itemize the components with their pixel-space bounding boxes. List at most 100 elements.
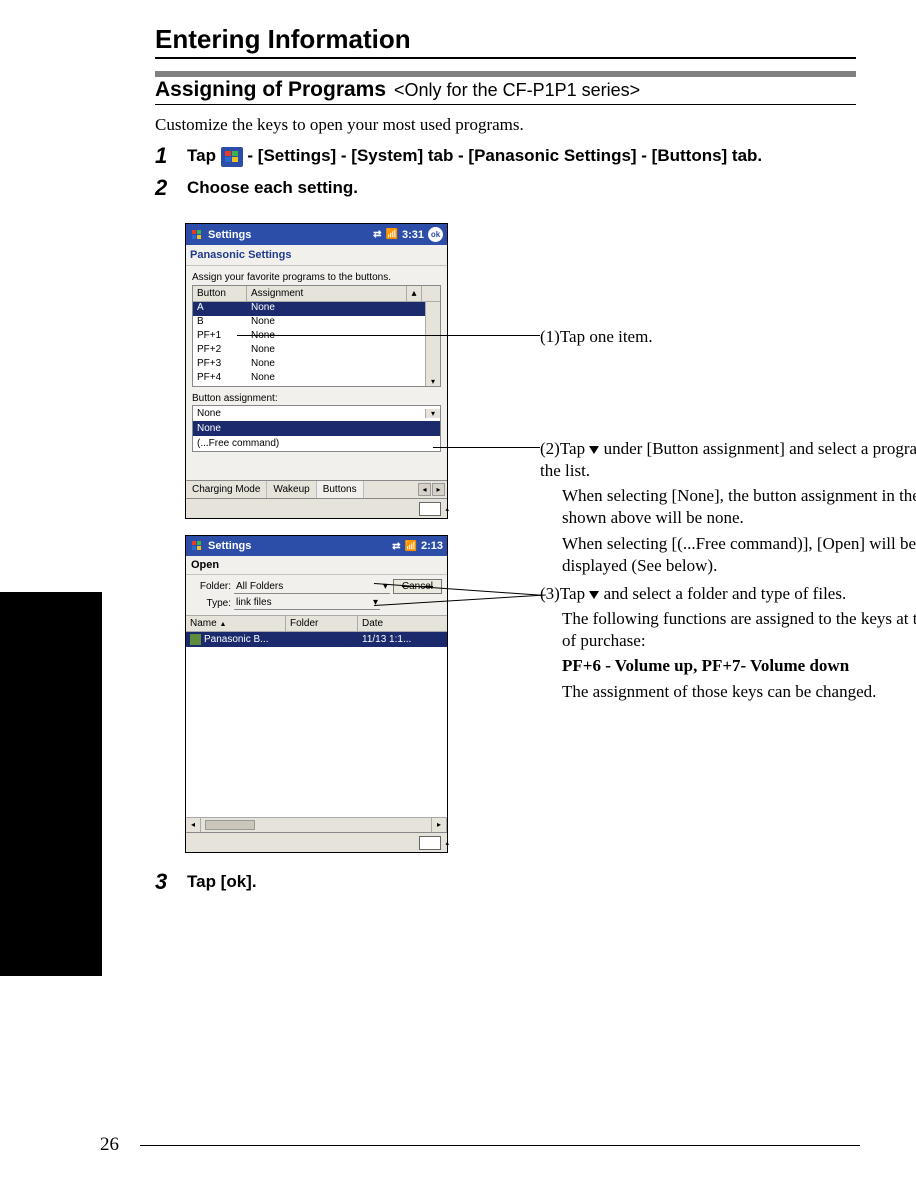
assignment-label: Button assignment: — [192, 393, 441, 404]
tab-charging[interactable]: Charging Mode — [186, 481, 267, 498]
scroll-down-icon[interactable]: ▾ — [431, 377, 435, 386]
pda2-time: 2:13 — [421, 540, 443, 552]
subtitle: Assigning of Programs — [155, 78, 386, 102]
type-row: Type: link files ▾ — [186, 596, 447, 612]
annotation-line — [237, 335, 540, 336]
subtitle-note: <Only for the CF-P1P1 series> — [394, 80, 640, 101]
horizontal-scrollbar[interactable]: ◂ ▸ — [186, 817, 447, 832]
tab-scroll-left-icon[interactable]: ◂ — [418, 483, 431, 496]
table-row[interactable]: PF+4 None — [193, 372, 425, 386]
type-value: link files — [236, 597, 272, 608]
chevron-down-icon[interactable]: ▾ — [373, 597, 378, 608]
file-list-blank — [186, 647, 447, 817]
table-row[interactable]: PF+2 None — [193, 344, 425, 358]
cell-button: B — [193, 316, 247, 330]
folder-value: All Folders — [236, 581, 283, 592]
cell-assign: None — [247, 358, 407, 372]
pda-screenshot-1: Settings ⇄ 📶 3:31 ok Panasonic Settings … — [185, 223, 448, 519]
table-row[interactable]: PF+1 None — [193, 330, 425, 344]
file-folder — [286, 632, 358, 647]
connectivity-icon[interactable]: ⇄ — [373, 229, 381, 240]
tab-wakeup[interactable]: Wakeup — [267, 481, 316, 498]
callout-3: (3)Tap and select a folder and type of f… — [540, 583, 916, 702]
cell-button: PF+1 — [193, 330, 247, 344]
button-grid: Button Assignment ▴ A None B Non — [192, 285, 441, 387]
scroll-right-icon[interactable]: ▸ — [432, 818, 447, 832]
list-item[interactable]: Panasonic B... 11/13 1:1... — [186, 632, 447, 647]
start-icon[interactable] — [190, 228, 204, 242]
step-3: 3 Tap [ok]. — [155, 871, 856, 893]
tab-buttons[interactable]: Buttons — [317, 481, 364, 498]
file-name: Panasonic B... — [204, 634, 268, 645]
type-dropdown[interactable]: link files ▾ — [234, 596, 380, 610]
col-date[interactable]: Date — [358, 616, 418, 631]
scroll-up-icon[interactable]: ▴ — [407, 286, 422, 301]
subtitle-row: Assigning of Programs <Only for the CF-P… — [155, 71, 856, 105]
chevron-down-icon[interactable]: ▾ — [383, 581, 388, 592]
start-icon[interactable] — [190, 539, 204, 553]
tab-scroll-right-icon[interactable]: ▸ — [432, 483, 445, 496]
chevron-down-icon[interactable]: ▾ — [425, 409, 440, 418]
keyboard-icon[interactable] — [419, 836, 441, 850]
ok-button[interactable]: ok — [428, 227, 443, 242]
callout-3a: (3)Tap — [540, 584, 589, 603]
triangle-down-icon — [589, 591, 599, 599]
cell-button: PF+2 — [193, 344, 247, 358]
table-row[interactable]: PF+3 None — [193, 358, 425, 372]
step-3-number: 3 — [155, 871, 177, 893]
speaker-icon[interactable]: 📶 — [405, 541, 417, 552]
pda2-title-text: Settings — [208, 540, 251, 552]
scroll-left-icon[interactable]: ◂ — [186, 818, 201, 832]
file-date: 11/13 1:1... — [358, 632, 418, 647]
folder-dropdown[interactable]: All Folders ▾ — [234, 580, 390, 594]
scrollbar[interactable]: ▾ — [425, 302, 440, 386]
bottom-bar — [186, 832, 447, 852]
open-header: Open — [186, 556, 447, 575]
callout-1-text: (1)Tap one item. — [540, 327, 653, 346]
file-list-header: Name ▲ Folder Date — [186, 615, 447, 632]
bottom-bar — [186, 498, 447, 518]
dropdown-option-selected[interactable]: None — [193, 421, 440, 436]
intro-text: Customize the keys to open your most use… — [155, 115, 856, 135]
callout-3e: The assignment of those keys can be chan… — [562, 681, 916, 703]
callout-3d: PF+6 - Volume up, PF+7- Volume down — [562, 655, 916, 677]
col-button[interactable]: Button — [193, 286, 247, 301]
type-label: Type: — [191, 598, 231, 609]
dropdown-value: None — [193, 406, 425, 421]
callout-1: (1)Tap one item. — [540, 326, 916, 348]
connectivity-icon[interactable]: ⇄ — [392, 541, 400, 552]
pda1-titlebar: Settings ⇄ 📶 3:31 ok — [186, 224, 447, 245]
pda1-title-text: Settings — [208, 229, 251, 241]
step-2: 2 Choose each setting. — [155, 177, 856, 199]
page-number: 26 — [100, 1134, 119, 1156]
cell-assign: None — [247, 316, 407, 330]
callout-2a: (2)Tap — [540, 439, 589, 458]
step-1-before: Tap — [187, 146, 221, 165]
windows-flag-icon — [221, 147, 243, 167]
page-title: Entering Information — [155, 24, 856, 59]
keyboard-icon[interactable] — [419, 502, 441, 516]
cell-assign: None — [247, 372, 407, 386]
scroll-thumb[interactable] — [205, 820, 255, 830]
step-1: 1 Tap - [Settings] - [System] tab - [Pan… — [155, 145, 856, 167]
pda1-description: Assign your favorite programs to the but… — [192, 272, 441, 283]
file-icon — [190, 634, 201, 645]
step-2-text: Choose each setting. — [187, 177, 358, 199]
col-name[interactable]: Name ▲ — [186, 616, 286, 631]
col-folder[interactable]: Folder — [286, 616, 358, 631]
table-row[interactable]: A None — [193, 302, 425, 316]
cell-button: PF+3 — [193, 358, 247, 372]
callout-3b: and select a folder and type of files. — [599, 584, 846, 603]
col-assignment[interactable]: Assignment — [247, 286, 407, 301]
tabs-row: Charging Mode Wakeup Buttons ◂ ▸ — [186, 480, 447, 498]
cell-button: A — [193, 302, 247, 316]
pda1-time: 3:31 — [402, 229, 424, 241]
table-row[interactable]: B None — [193, 316, 425, 330]
cell-assign: None — [247, 330, 407, 344]
cell-assign: None — [247, 344, 407, 358]
dropdown-option-free[interactable]: (...Free command) — [193, 436, 440, 451]
triangle-down-icon — [589, 446, 599, 454]
assignment-dropdown[interactable]: None ▾ None (...Free command) — [192, 405, 441, 452]
screenshot-1-block: Settings ⇄ 📶 3:31 ok Panasonic Settings … — [185, 223, 856, 519]
speaker-icon[interactable]: 📶 — [386, 229, 398, 240]
